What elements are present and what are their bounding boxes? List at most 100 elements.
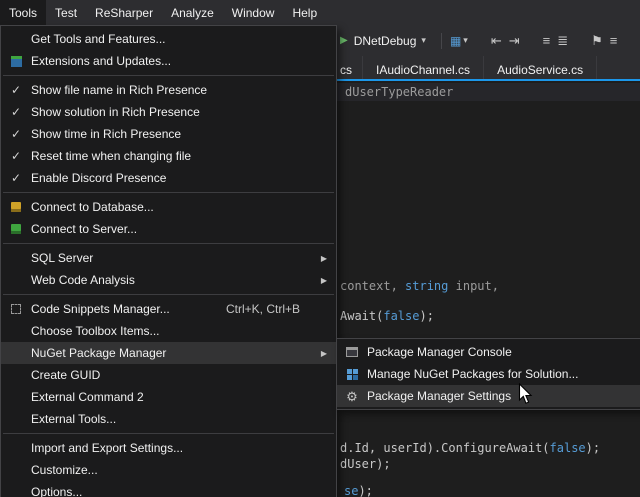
menu-gutter bbox=[1, 56, 31, 67]
menu-item-options[interactable]: Options... bbox=[1, 481, 336, 497]
menu-item-label: Connect to Database... bbox=[31, 200, 154, 214]
menu-item-reset-time-when-changing-file[interactable]: ✓Reset time when changing file bbox=[1, 145, 336, 167]
vs-window: context, string input, Await(false); d.I… bbox=[0, 0, 640, 497]
menu-item-show-time-rich-presence[interactable]: ✓Show time in Rich Presence bbox=[1, 123, 336, 145]
menu-gutter: ⚙ bbox=[337, 390, 367, 403]
menu-separator bbox=[3, 192, 334, 193]
code-line-params: context, string input, bbox=[340, 279, 499, 293]
menu-gutter: ✓ bbox=[1, 127, 31, 141]
menu-label: Test bbox=[55, 6, 77, 20]
menu-item-shortcut: Ctrl+K, Ctrl+B bbox=[226, 302, 300, 316]
chevron-down-icon: ▾ bbox=[421, 35, 426, 46]
menu-item-label: Package Manager Console bbox=[367, 345, 512, 359]
chevron-down-icon: ▾ bbox=[463, 35, 468, 46]
navigate-backward-icon[interactable]: ⇤ bbox=[491, 33, 502, 49]
mouse-cursor bbox=[518, 383, 533, 405]
menu-item-customize[interactable]: Customize... bbox=[1, 459, 336, 481]
menu-label: Analyze bbox=[171, 6, 214, 20]
attach-process-icon: ▦ bbox=[450, 34, 461, 48]
menu-gutter: ✓ bbox=[1, 149, 31, 163]
tab-label: AudioService.cs bbox=[497, 63, 583, 77]
menu-item-enable-discord-presence[interactable]: ✓Enable Discord Presence bbox=[1, 167, 336, 189]
menu-item-nuget-package-manager[interactable]: NuGet Package Manager▶ bbox=[1, 342, 336, 364]
menu-item-connect-to-server[interactable]: Connect to Server... bbox=[1, 218, 336, 240]
attach-process-button[interactable]: ▦ ▾ bbox=[450, 34, 468, 48]
checkmark-icon: ✓ bbox=[11, 105, 21, 119]
menu-item-connect-to-database[interactable]: Connect to Database... bbox=[1, 196, 336, 218]
menu-help[interactable]: Help bbox=[283, 0, 326, 25]
menu-label: Tools bbox=[9, 6, 37, 20]
bookmark-list-icon[interactable]: ≡ bbox=[610, 33, 618, 48]
menu-item-label: External Command 2 bbox=[31, 390, 144, 404]
menu-item-import-export-settings[interactable]: Import and Export Settings... bbox=[1, 437, 336, 459]
outdent-icon[interactable]: ≣ bbox=[557, 33, 568, 49]
menu-bar: Tools Test ReSharper Analyze Window Help bbox=[0, 0, 640, 25]
tab-label: cs bbox=[340, 63, 352, 77]
tab-iaudiochannel[interactable]: IAudioChannel.cs bbox=[363, 56, 484, 79]
menu-item-label: Show file name in Rich Presence bbox=[31, 83, 207, 97]
breadcrumb: dUserTypeReader bbox=[345, 85, 453, 99]
code-text: ); bbox=[358, 484, 372, 497]
menu-item-show-solution-rich-presence[interactable]: ✓ Show solution in Rich Presence bbox=[1, 101, 336, 123]
start-debug-button[interactable]: ▶ DNetDebug ▾ bbox=[340, 34, 426, 48]
code-text: dUser); bbox=[340, 457, 391, 471]
menu-resharper[interactable]: ReSharper bbox=[86, 0, 162, 25]
menu-item-web-code-analysis[interactable]: Web Code Analysis▶ bbox=[1, 269, 336, 291]
bookmark-icon[interactable]: ⚑ bbox=[591, 33, 603, 49]
code-line-tail: se); bbox=[344, 484, 373, 497]
debug-target-label: DNetDebug bbox=[354, 34, 417, 48]
code-text: input, bbox=[448, 279, 499, 293]
menu-item-extensions-and-updates[interactable]: Extensions and Updates... bbox=[1, 50, 336, 72]
code-snippets-icon bbox=[11, 304, 21, 314]
tab-truncated[interactable]: cs bbox=[337, 56, 363, 79]
menu-item-label: Connect to Server... bbox=[31, 222, 137, 236]
menu-item-label: Show solution in Rich Presence bbox=[31, 105, 200, 119]
menu-item-label: Get Tools and Features... bbox=[31, 32, 166, 46]
code-text: d.Id, userId).ConfigureAwait( bbox=[340, 441, 550, 455]
menu-gutter bbox=[337, 369, 367, 380]
tab-label: IAudioChannel.cs bbox=[376, 63, 470, 77]
menu-gutter bbox=[1, 304, 31, 314]
console-icon bbox=[346, 347, 358, 357]
menu-item-label: Create GUID bbox=[31, 368, 100, 382]
menu-item-external-tools[interactable]: External Tools... bbox=[1, 408, 336, 430]
extensions-icon bbox=[11, 56, 22, 67]
submenu-arrow-icon: ▶ bbox=[321, 349, 327, 358]
menu-window[interactable]: Window bbox=[223, 0, 284, 25]
code-text: Await( bbox=[340, 309, 383, 323]
menu-item-manage-nuget-packages-solution[interactable]: Manage NuGet Packages for Solution... bbox=[337, 363, 640, 385]
menu-item-show-file-name-rich-presence[interactable]: ✓Show file name in Rich Presence bbox=[1, 79, 336, 101]
packages-icon bbox=[347, 369, 358, 380]
toolbar-separator bbox=[441, 33, 442, 49]
code-keyword: false bbox=[550, 441, 586, 455]
menu-item-sql-server[interactable]: SQL Server▶ bbox=[1, 247, 336, 269]
menu-item-label: Options... bbox=[31, 485, 82, 497]
server-icon bbox=[11, 224, 21, 234]
menu-item-package-manager-console[interactable]: Package Manager Console bbox=[337, 341, 640, 363]
menu-item-label: SQL Server bbox=[31, 251, 93, 265]
menu-analyze[interactable]: Analyze bbox=[162, 0, 223, 25]
code-line-configureawait: d.Id, userId).ConfigureAwait(false); bbox=[340, 441, 600, 455]
menu-test[interactable]: Test bbox=[46, 0, 86, 25]
menu-gutter: ✓ bbox=[1, 83, 31, 97]
checkmark-icon: ✓ bbox=[11, 127, 21, 141]
code-keyword: false bbox=[383, 309, 419, 323]
gear-icon: ⚙ bbox=[346, 390, 358, 403]
tab-audioservice[interactable]: AudioService.cs bbox=[484, 56, 597, 79]
menu-item-choose-toolbox-items[interactable]: Choose Toolbox Items... bbox=[1, 320, 336, 342]
navigate-forward-icon[interactable]: ⇥ bbox=[509, 33, 520, 49]
menu-item-label: Package Manager Settings bbox=[367, 389, 511, 403]
code-text: ); bbox=[586, 441, 600, 455]
tools-menu-dropdown: Get Tools and Features... Extensions and… bbox=[0, 25, 337, 497]
menu-item-code-snippets-manager[interactable]: Code Snippets Manager... Ctrl+K, Ctrl+B bbox=[1, 298, 336, 320]
menu-item-get-tools-and-features[interactable]: Get Tools and Features... bbox=[1, 28, 336, 50]
menu-item-label: Reset time when changing file bbox=[31, 149, 191, 163]
indent-icon[interactable]: ≡ bbox=[543, 33, 551, 48]
checkmark-icon: ✓ bbox=[11, 171, 21, 185]
menu-tools[interactable]: Tools bbox=[0, 0, 46, 25]
menu-item-external-command-2[interactable]: External Command 2 bbox=[1, 386, 336, 408]
menu-item-label: External Tools... bbox=[31, 412, 116, 426]
menu-item-package-manager-settings[interactable]: ⚙ Package Manager Settings bbox=[337, 385, 640, 407]
menu-item-create-guid[interactable]: Create GUID bbox=[1, 364, 336, 386]
menu-item-label: Code Snippets Manager... bbox=[31, 302, 170, 316]
